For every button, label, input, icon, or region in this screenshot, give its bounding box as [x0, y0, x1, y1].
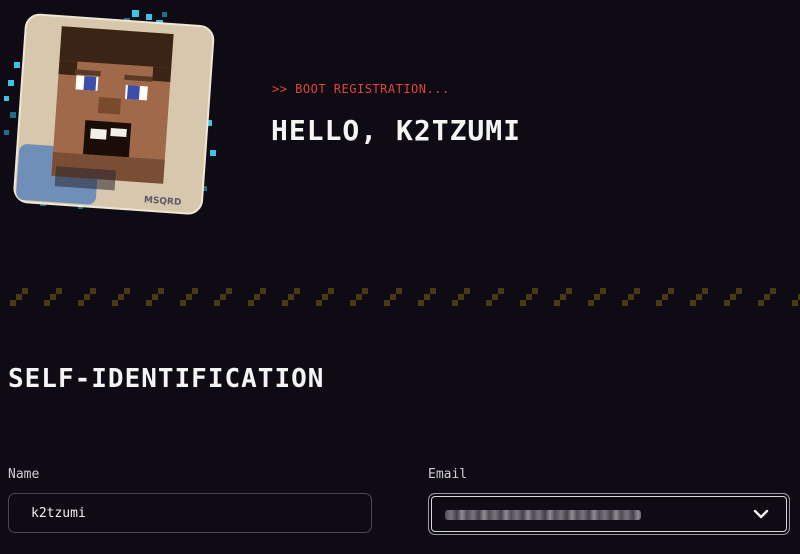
- divider-pixel: [328, 288, 334, 294]
- divider-pixel: [356, 294, 362, 300]
- divider-pixel: [418, 300, 424, 306]
- divider-pixel: [724, 300, 730, 306]
- divider-pixel: [492, 294, 498, 300]
- divider-pixel: [384, 300, 390, 306]
- divider-pixel: [424, 294, 430, 300]
- divider-pixel: [792, 300, 798, 306]
- divider-pixel: [560, 294, 566, 300]
- divider-pixel: [628, 294, 634, 300]
- name-input[interactable]: [8, 493, 372, 533]
- divider-pixel: [758, 300, 764, 306]
- avatar: MSQRD: [0, 0, 230, 230]
- divider-pixel: [186, 294, 192, 300]
- divider-pixel: [226, 288, 232, 294]
- divider-pixel: [396, 288, 402, 294]
- divider-pixel: [214, 300, 220, 306]
- divider-pixel: [452, 300, 458, 306]
- divider-pixel: [656, 300, 662, 306]
- divider-pixel: [622, 300, 628, 306]
- divider-pixel: [118, 294, 124, 300]
- divider-pixel: [44, 300, 50, 306]
- divider-pixel: [50, 294, 56, 300]
- divider-pixel: [294, 288, 300, 294]
- divider-pixel: [486, 300, 492, 306]
- email-value-obscured: [445, 510, 641, 520]
- boot-status-line: >> BOOT REGISTRATION...: [272, 82, 450, 96]
- divider-pixel: [282, 300, 288, 306]
- divider-pixel: [464, 288, 470, 294]
- divider-pixel: [112, 300, 118, 306]
- divider-pixel: [192, 288, 198, 294]
- divider-pixel: [146, 300, 152, 306]
- divider-pixel: [566, 288, 572, 294]
- divider-pixel: [736, 288, 742, 294]
- divider-pixel: [316, 300, 322, 306]
- divider-pixel: [56, 288, 62, 294]
- divider-pixel: [600, 288, 606, 294]
- divider-pixel: [248, 300, 254, 306]
- divider-pixel: [180, 300, 186, 306]
- name-label: Name: [8, 467, 40, 482]
- divider-pixel: [78, 300, 84, 306]
- divider-pixel: [634, 288, 640, 294]
- pixel-divider: [10, 288, 800, 306]
- divider-pixel: [498, 288, 504, 294]
- divider-pixel: [16, 294, 22, 300]
- divider-pixel: [22, 288, 28, 294]
- chevron-down-icon: [753, 509, 769, 519]
- divider-pixel: [594, 294, 600, 300]
- divider-pixel: [702, 288, 708, 294]
- email-select[interactable]: [428, 493, 790, 535]
- divider-pixel: [322, 294, 328, 300]
- divider-pixel: [690, 300, 696, 306]
- divider-pixel: [350, 300, 356, 306]
- greeting-title: HELLO, K2TZUMI: [271, 114, 522, 147]
- divider-pixel: [158, 288, 164, 294]
- divider-pixel: [520, 300, 526, 306]
- divider-pixel: [662, 294, 668, 300]
- divider-pixel: [288, 294, 294, 300]
- divider-pixel: [430, 288, 436, 294]
- divider-pixel: [588, 300, 594, 306]
- divider-pixel: [770, 288, 776, 294]
- divider-pixel: [458, 294, 464, 300]
- divider-pixel: [526, 294, 532, 300]
- divider-pixel: [260, 288, 266, 294]
- divider-pixel: [362, 288, 368, 294]
- divider-pixel: [390, 294, 396, 300]
- divider-pixel: [532, 288, 538, 294]
- divider-pixel: [254, 294, 260, 300]
- section-title: SELF-IDENTIFICATION: [8, 364, 325, 394]
- divider-pixel: [220, 294, 226, 300]
- divider-pixel: [124, 288, 130, 294]
- divider-pixel: [90, 288, 96, 294]
- divider-pixel: [152, 294, 158, 300]
- avatar-image: MSQRD: [4, 10, 216, 215]
- divider-pixel: [10, 300, 16, 306]
- divider-pixel: [764, 294, 770, 300]
- divider-pixel: [554, 300, 560, 306]
- divider-pixel: [668, 288, 674, 294]
- email-label: Email: [428, 467, 468, 482]
- divider-pixel: [84, 294, 90, 300]
- divider-pixel: [696, 294, 702, 300]
- divider-pixel: [730, 294, 736, 300]
